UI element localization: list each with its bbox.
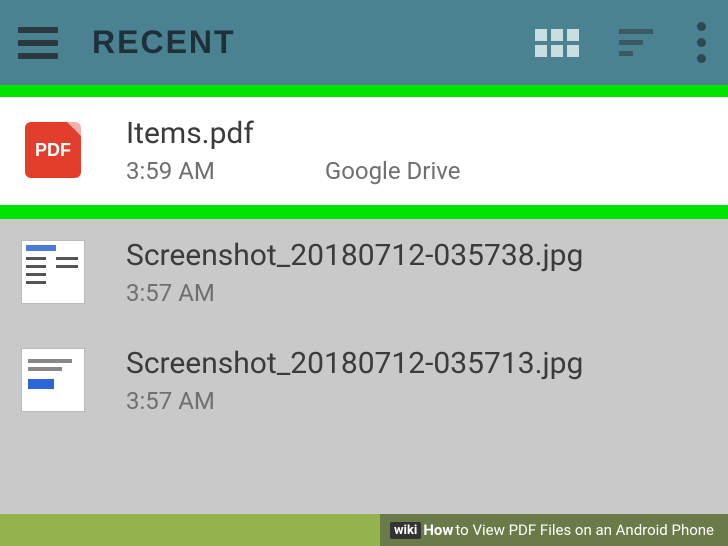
image-icon — [21, 240, 85, 304]
app-bar: RECENT — [0, 0, 728, 85]
file-name: Screenshot_20180712-035713.jpg — [126, 346, 710, 381]
pdf-icon: PDF — [25, 122, 81, 178]
caption-text: wikiHow to View PDF Files on an Android … — [380, 514, 728, 546]
caption-how: How — [423, 521, 453, 539]
menu-icon[interactable] — [18, 20, 64, 66]
file-thumbnail — [18, 345, 88, 415]
file-name: Screenshot_20180712-035738.jpg — [126, 238, 710, 273]
caption-bar: wikiHow to View PDF Files on an Android … — [0, 514, 728, 546]
page-title: RECENT — [92, 24, 236, 61]
file-row[interactable]: Screenshot_20180712-035738.jpg 3:57 AM — [0, 219, 728, 327]
file-thumbnail — [18, 237, 88, 307]
wiki-badge: wiki — [390, 522, 421, 539]
file-source: Google Drive — [325, 157, 461, 185]
more-vert-icon[interactable] — [693, 18, 710, 67]
file-time: 3:57 AM — [126, 279, 215, 307]
highlighted-selection: PDF Items.pdf 3:59 AM Google Drive — [0, 85, 728, 219]
grid-view-icon[interactable] — [535, 29, 579, 57]
file-row[interactable]: Screenshot_20180712-035713.jpg 3:57 AM — [0, 327, 728, 435]
image-icon — [21, 348, 85, 412]
file-time: 3:57 AM — [126, 387, 215, 415]
file-thumbnail: PDF — [18, 115, 88, 185]
caption-rest: to View PDF Files on an Android Phone — [455, 521, 714, 539]
sort-icon[interactable] — [619, 29, 653, 56]
file-time: 3:59 AM — [126, 157, 215, 185]
file-row[interactable]: PDF Items.pdf 3:59 AM Google Drive — [0, 97, 728, 205]
file-name: Items.pdf — [126, 116, 710, 151]
